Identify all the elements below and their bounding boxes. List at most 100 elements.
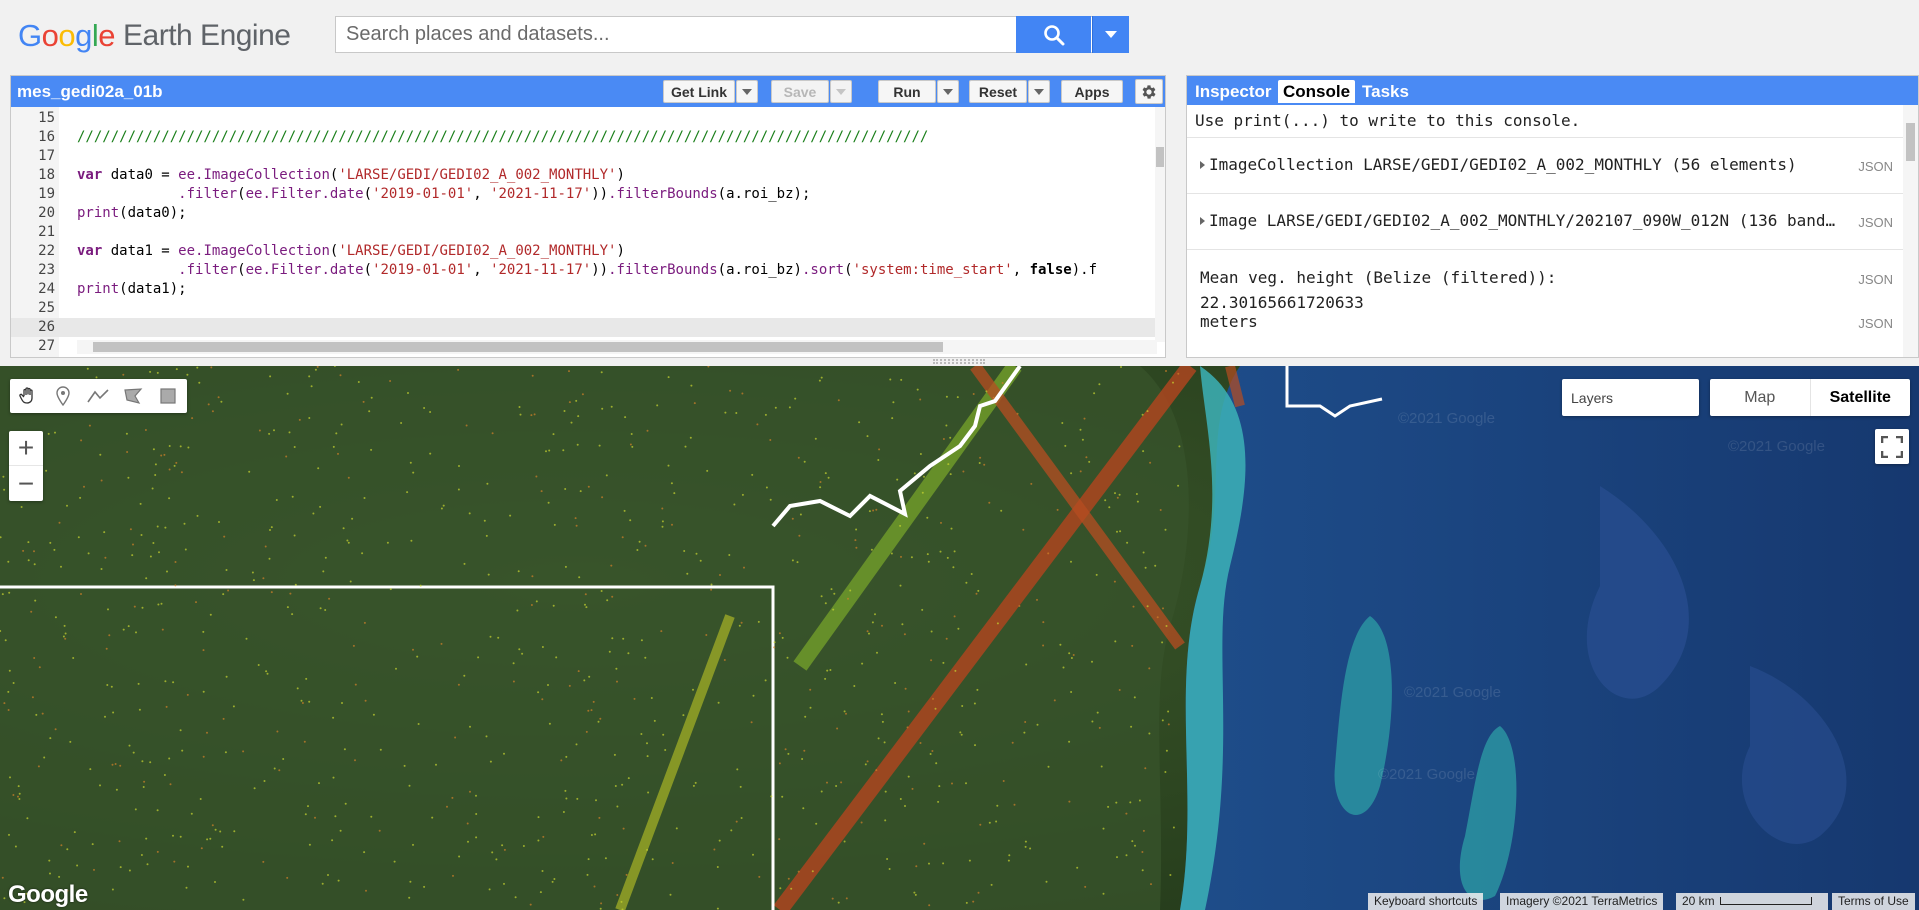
console-entry-label[interactable]: ImageCollection LARSE/GEDI/GEDI02_A_002_… (1209, 155, 1829, 174)
draw-rectangle-tool[interactable] (150, 379, 185, 413)
scrollbar-thumb[interactable] (1156, 147, 1164, 167)
code-line[interactable]: 16 //////////////////////////////////////… (11, 128, 1155, 147)
code-text[interactable]: print(data0); (77, 204, 187, 223)
json-link[interactable]: JSON (1858, 215, 1893, 230)
logo-product-name: Earth Engine (123, 19, 291, 52)
code-line[interactable]: 25 (11, 299, 1155, 318)
code-line[interactable]: 18 var data0 = ee.ImageCollection('LARSE/… (11, 166, 1155, 185)
reset-dropdown[interactable] (1028, 80, 1050, 103)
console-entry[interactable]: ImageCollection LARSE/GEDI/GEDI02_A_002_… (1187, 137, 1903, 193)
scale-label: 20 km (1682, 894, 1715, 908)
reset-button[interactable]: Reset (969, 80, 1027, 103)
script-name[interactable]: mes_gedi02a_01b (17, 82, 163, 102)
code-text[interactable]: .filter(ee.Filter.date('2019-01-01', '20… (77, 185, 810, 204)
panel-splitter-vertical[interactable] (1167, 75, 1185, 358)
save-button[interactable]: Save (771, 80, 829, 103)
tab-console[interactable]: Console (1278, 80, 1356, 103)
json-link[interactable]: JSON (1858, 159, 1893, 174)
run-dropdown[interactable] (937, 80, 959, 103)
map-type-map-button[interactable]: Map (1710, 379, 1810, 416)
logo-letter: o (58, 18, 76, 53)
code-line[interactable]: 19 .filter(ee.Filter.date('2019-01-01', … (11, 185, 1155, 204)
rectangle-icon (159, 388, 176, 404)
code-line[interactable]: 21 (11, 223, 1155, 242)
code-line[interactable]: 26 (11, 318, 1155, 337)
editor-vertical-scrollbar[interactable] (1155, 107, 1165, 342)
google-logo[interactable]: Google (8, 881, 88, 909)
fullscreen-button[interactable] (1875, 429, 1909, 464)
code-line[interactable]: 20 print(data0); (11, 204, 1155, 223)
settings-button[interactable] (1135, 79, 1163, 104)
splitter-grip[interactable] (933, 359, 985, 364)
search-input[interactable] (336, 17, 1016, 52)
line-number: 17 (38, 148, 55, 164)
search-button[interactable] (1016, 16, 1091, 53)
pan-tool[interactable] (10, 379, 45, 413)
map-pin-icon (55, 386, 70, 406)
console-output: Use print(...) to write to this console.… (1187, 105, 1903, 357)
code-line[interactable]: 15 (11, 109, 1155, 128)
code-text[interactable]: var data1 = ee.ImageCollection('LARSE/GE… (77, 242, 625, 261)
tab-tasks[interactable]: Tasks (1357, 80, 1414, 103)
polygon-icon (123, 388, 142, 404)
line-number: 27 (38, 338, 55, 354)
keyboard-shortcuts-link[interactable]: Keyboard shortcuts (1368, 893, 1484, 910)
zoom-in-button[interactable]: + (9, 431, 43, 466)
code-line[interactable]: 23 .filter(ee.Filter.date('2019-01-01', … (11, 261, 1155, 280)
panel-splitter-horizontal[interactable] (0, 358, 1919, 366)
editor-horizontal-scrollbar[interactable] (77, 340, 1157, 354)
zoom-controls: + − (9, 431, 43, 501)
get-link-dropdown[interactable] (736, 80, 758, 103)
get-link-button[interactable]: Get Link (663, 80, 735, 103)
code-editor[interactable]: 15 16 ////////////////////////////////////… (11, 107, 1165, 357)
satellite-imagery (0, 366, 1919, 910)
json-link[interactable]: JSON (1858, 272, 1893, 287)
expand-triangle-icon[interactable] (1200, 217, 1205, 225)
logo-letter: g (75, 18, 92, 53)
zoom-out-button[interactable]: − (9, 466, 43, 501)
search-bar (335, 16, 1129, 53)
scrollbar-thumb[interactable] (93, 342, 943, 352)
code-text[interactable]: var data0 = ee.ImageCollection('LARSE/GE… (77, 166, 625, 185)
map-scale[interactable]: 20 km (1676, 893, 1828, 910)
expand-triangle-icon[interactable] (1200, 161, 1205, 169)
line-number: 24 (38, 281, 55, 297)
polyline-icon (86, 389, 109, 403)
json-link[interactable]: JSON (1858, 316, 1893, 331)
save-dropdown[interactable] (830, 80, 852, 103)
line-number: 15 (38, 110, 55, 126)
add-marker-tool[interactable] (45, 379, 80, 413)
draw-shape-tool[interactable] (115, 379, 150, 413)
chevron-down-icon (836, 88, 846, 95)
tab-inspector[interactable]: Inspector (1190, 80, 1277, 103)
editor-toolbar: mes_gedi02a_01b Get Link Save Run Reset … (11, 76, 1165, 107)
map-type-toggle: Map Satellite (1710, 379, 1910, 416)
draw-line-tool[interactable] (80, 379, 115, 413)
terms-of-use-link[interactable]: Terms of Use (1832, 893, 1915, 910)
search-icon (1043, 24, 1064, 45)
scrollbar-thumb[interactable] (1906, 123, 1915, 161)
console-scrollbar[interactable] (1903, 105, 1918, 357)
code-text[interactable]: .filter(ee.Filter.date('2019-01-01', '20… (77, 261, 1097, 280)
earth-engine-logo[interactable]: Google Earth Engine (18, 14, 291, 58)
drawing-toolbar (10, 379, 187, 413)
console-entry[interactable]: Image LARSE/GEDI/GEDI02_A_002_MONTHLY/20… (1187, 193, 1903, 249)
code-text[interactable]: ////////////////////////////////////////… (77, 128, 928, 147)
chevron-down-icon (1034, 88, 1044, 95)
code-line[interactable]: 17 (11, 147, 1155, 166)
line-number: 18 (38, 167, 55, 183)
search-options-dropdown[interactable] (1092, 16, 1129, 53)
map-watermark: ©2021 Google (1398, 410, 1495, 427)
code-line[interactable]: 22 var data1 = ee.ImageCollection('LARSE/… (11, 242, 1155, 261)
code-text[interactable]: print(data1); (77, 280, 187, 299)
map-view[interactable]: ©2021 Google ©2021 Google ©2021 Google ©… (0, 366, 1919, 910)
run-button[interactable]: Run (878, 80, 936, 103)
console-entry-label[interactable]: Image LARSE/GEDI/GEDI02_A_002_MONTHLY/20… (1209, 211, 1839, 230)
layers-button[interactable]: Layers (1562, 379, 1699, 416)
line-number: 16 (38, 129, 55, 145)
code-line[interactable]: 24 print(data1); (11, 280, 1155, 299)
map-type-satellite-button[interactable]: Satellite (1809, 379, 1911, 416)
fullscreen-icon (1881, 435, 1903, 458)
chevron-down-icon (943, 88, 953, 95)
apps-button[interactable]: Apps (1061, 80, 1123, 103)
